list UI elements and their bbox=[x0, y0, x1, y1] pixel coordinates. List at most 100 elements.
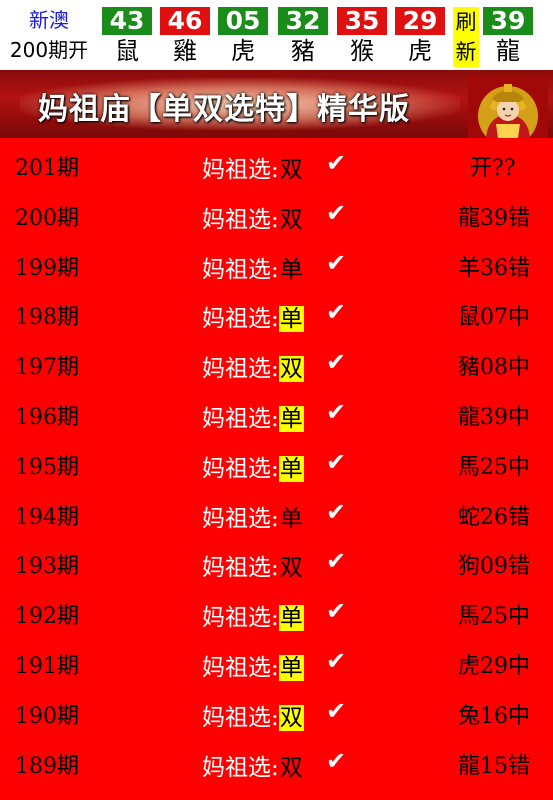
check-icon: ✔ bbox=[326, 149, 347, 177]
ball-zodiac: 龍 bbox=[496, 37, 520, 65]
ball-number: 35 bbox=[337, 7, 387, 35]
prediction-list: 201期 妈祖选:双 ✔ 开?? 200期 妈祖选:双 ✔ 龍39错 199期 … bbox=[0, 138, 553, 785]
row-pick: 妈祖选:双 bbox=[202, 748, 304, 782]
row-pick: 妈祖选:单 bbox=[202, 648, 304, 682]
check-icon: ✔ bbox=[326, 298, 347, 327]
row-result: 龍15错 bbox=[458, 753, 530, 779]
region-block: 新澳 200期开 bbox=[0, 0, 98, 70]
ball-number: 39 bbox=[483, 7, 533, 35]
row-result: 馬25中 bbox=[458, 454, 530, 480]
pick-value: 双 bbox=[279, 157, 303, 183]
pick-value: 单 bbox=[278, 605, 304, 632]
pick-prefix: 妈祖选: bbox=[202, 356, 279, 383]
row-result: 蛇26错 bbox=[458, 504, 530, 530]
check-icon: ✔ bbox=[326, 646, 347, 675]
ball-number: 46 bbox=[160, 7, 210, 35]
ball-zodiac: 鼠 bbox=[115, 37, 139, 65]
check-icon: ✔ bbox=[326, 248, 347, 277]
ball-2: 46 雞 bbox=[160, 7, 210, 70]
row-pick: 妈祖选:双 bbox=[202, 150, 304, 184]
ball-3: 05 虎 bbox=[218, 7, 268, 70]
pick-prefix: 妈祖选: bbox=[202, 256, 279, 283]
row-pick: 妈祖选:双 bbox=[202, 548, 304, 582]
ball-6: 29 虎 bbox=[395, 7, 445, 70]
check-icon: ✔ bbox=[326, 597, 347, 626]
row-period: 199期 bbox=[15, 255, 79, 281]
pick-prefix: 妈祖选: bbox=[202, 704, 279, 731]
row-period: 200期 bbox=[15, 205, 79, 231]
check-icon: ✔ bbox=[326, 497, 347, 526]
list-item: 191期 妈祖选:单 ✔ 虎29中 bbox=[0, 636, 553, 686]
list-item: 190期 妈祖选:双 ✔ 兔16中 bbox=[0, 686, 553, 736]
row-period: 194期 bbox=[15, 504, 79, 530]
row-result: 鼠07中 bbox=[458, 305, 530, 331]
pick-value: 双 bbox=[279, 754, 303, 781]
row-pick: 妈祖选:单 bbox=[202, 399, 304, 433]
row-period: 192期 bbox=[15, 604, 79, 630]
refresh-label-bottom: 新 bbox=[455, 40, 477, 64]
list-item: 194期 妈祖选:单 ✔ 蛇26错 bbox=[0, 487, 553, 537]
pick-value: 双 bbox=[279, 555, 303, 582]
row-result: 羊36错 bbox=[458, 255, 530, 281]
row-pick: 妈祖选:双 bbox=[202, 698, 304, 732]
row-pick: 妈祖选:双 bbox=[202, 349, 304, 383]
row-period: 191期 bbox=[15, 653, 79, 679]
pick-prefix: 妈祖选: bbox=[202, 754, 279, 781]
row-result: 龍39中 bbox=[458, 404, 530, 430]
ball-zodiac: 猴 bbox=[350, 37, 374, 65]
row-result: 豬08中 bbox=[458, 355, 530, 381]
row-pick: 妈祖选:单 bbox=[202, 250, 304, 284]
row-period: 198期 bbox=[15, 305, 79, 331]
refresh-button[interactable]: 刷 新 bbox=[453, 7, 479, 67]
row-result: 开?? bbox=[470, 156, 516, 181]
check-icon: ✔ bbox=[326, 348, 347, 377]
pick-value: 单 bbox=[279, 256, 303, 283]
mazu-goddess-image bbox=[468, 76, 548, 138]
pick-prefix: 妈祖选: bbox=[202, 455, 279, 482]
list-item: 201期 妈祖选:双 ✔ 开?? bbox=[0, 138, 553, 188]
row-pick: 妈祖选:单 bbox=[202, 499, 304, 533]
row-period: 201期 bbox=[15, 156, 79, 181]
ball-5: 35 猴 bbox=[337, 7, 387, 70]
pick-value: 单 bbox=[279, 505, 303, 532]
check-icon: ✔ bbox=[326, 198, 347, 227]
row-period: 196期 bbox=[15, 404, 79, 430]
pick-prefix: 妈祖选: bbox=[202, 206, 279, 233]
row-pick: 妈祖选:单 bbox=[202, 299, 304, 333]
pick-prefix: 妈祖选: bbox=[202, 505, 279, 532]
pick-prefix: 妈祖选: bbox=[202, 555, 279, 582]
ball-4: 32 豬 bbox=[278, 7, 328, 70]
ball-number: 29 bbox=[395, 7, 445, 35]
list-item: 200期 妈祖选:双 ✔ 龍39错 bbox=[0, 188, 553, 238]
list-item: 189期 妈祖选:双 ✔ 龍15错 bbox=[0, 736, 553, 786]
check-icon: ✔ bbox=[326, 447, 347, 476]
ball-number: 43 bbox=[102, 7, 152, 35]
check-icon: ✔ bbox=[326, 397, 347, 426]
row-period: 190期 bbox=[15, 703, 79, 729]
check-icon: ✔ bbox=[326, 696, 347, 725]
pick-value: 双 bbox=[279, 206, 303, 233]
banner-title: 妈祖庙【单双选特】精华版 bbox=[38, 92, 410, 127]
list-item: 198期 妈祖选:单 ✔ 鼠07中 bbox=[0, 287, 553, 337]
row-pick: 妈祖选:单 bbox=[202, 449, 304, 483]
row-period: 189期 bbox=[15, 753, 79, 779]
pick-value: 单 bbox=[278, 306, 304, 333]
row-period: 197期 bbox=[15, 355, 79, 381]
pick-value: 双 bbox=[278, 356, 304, 383]
list-item: 197期 妈祖选:双 ✔ 豬08中 bbox=[0, 337, 553, 387]
ball-7: 39 龍 bbox=[483, 7, 533, 70]
ball-zodiac: 虎 bbox=[231, 37, 255, 65]
row-period: 195期 bbox=[15, 454, 79, 480]
pick-prefix: 妈祖选: bbox=[202, 157, 279, 183]
pick-value: 双 bbox=[278, 704, 304, 731]
row-result: 龍39错 bbox=[458, 205, 530, 231]
ball-1: 43 鼠 bbox=[102, 7, 152, 70]
ball-number: 05 bbox=[218, 7, 268, 35]
row-result: 虎29中 bbox=[458, 653, 530, 679]
pick-prefix: 妈祖选: bbox=[202, 306, 279, 333]
list-item: 199期 妈祖选:单 ✔ 羊36错 bbox=[0, 238, 553, 288]
pick-prefix: 妈祖选: bbox=[202, 405, 279, 432]
pick-value: 单 bbox=[278, 405, 304, 432]
row-pick: 妈祖选:双 bbox=[202, 200, 304, 234]
check-icon: ✔ bbox=[326, 547, 347, 576]
